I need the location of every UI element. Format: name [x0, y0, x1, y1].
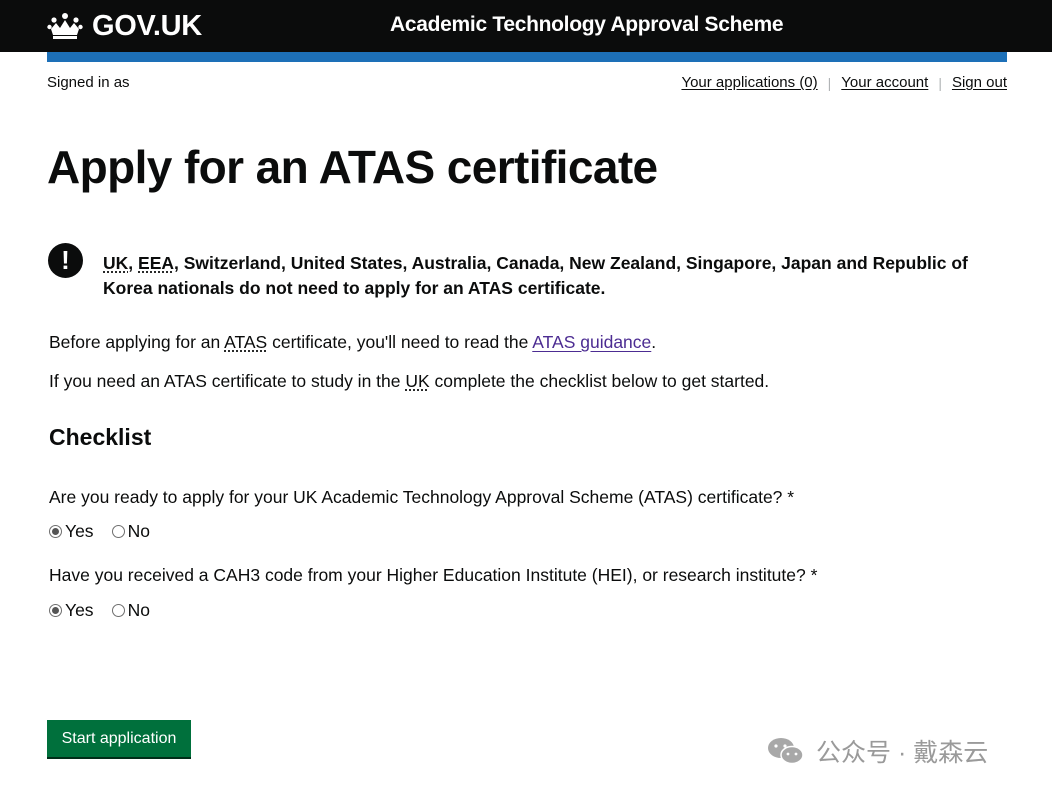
warning-icon: ! [48, 243, 83, 278]
warning-text: UK, EEA, Switzerland, United States, Aus… [103, 251, 998, 301]
radio-group-ready-to-apply: Yes No [49, 521, 168, 542]
start-application-button[interactable]: Start application [47, 720, 191, 757]
abbr-atas: ATAS [224, 332, 268, 352]
abbr-eea: EEA [138, 253, 175, 273]
signed-in-text: Signed in as [47, 74, 130, 91]
warning-text-rest: , Switzerland, United States, Australia,… [103, 253, 968, 298]
radio-label: Yes [65, 600, 94, 620]
intro-paragraph-checklist: If you need an ATAS certificate to study… [49, 371, 769, 392]
govuk-logo[interactable]: GOV.UK [47, 10, 202, 42]
checklist-heading: Checklist [49, 424, 152, 450]
radio-option-yes[interactable]: Yes [49, 600, 94, 621]
radio-button-selected[interactable] [49, 525, 62, 538]
page-title: Apply for an ATAS certificate [47, 141, 658, 193]
radio-label: No [127, 600, 150, 620]
intro-text: Before applying for an [49, 332, 225, 352]
nav-separator: | [938, 74, 942, 91]
your-account-link[interactable]: Your account [841, 74, 928, 91]
question-cah3-code: Have you received a CAH3 code from your … [49, 565, 818, 585]
radio-button-selected[interactable] [49, 604, 62, 617]
abbr-uk: UK [405, 371, 430, 391]
abbr-uk: UK [103, 253, 129, 273]
logo-text: GOV.UK [92, 9, 202, 42]
radio-button[interactable] [111, 604, 125, 617]
intro-text: If you need an ATAS certificate to study… [49, 371, 406, 391]
radio-label: Yes [65, 521, 94, 541]
sign-out-link[interactable]: Sign out [952, 74, 1007, 91]
atas-guidance-link[interactable]: ATAS guidance [532, 332, 651, 352]
radio-option-no[interactable]: No [111, 600, 150, 621]
question-ready-to-apply: Are you ready to apply for your UK Acade… [49, 487, 795, 507]
intro-text: . [651, 332, 657, 352]
your-applications-link[interactable]: Your applications (0) [681, 74, 817, 91]
intro-text: complete the checklist below to get star… [429, 371, 770, 391]
warning-comma: , [128, 253, 134, 273]
radio-option-no[interactable]: No [111, 521, 150, 542]
site-header: GOV.UK Academic Technology Approval Sche… [0, 0, 1052, 52]
account-nav: Your applications (0) | Your account | S… [681, 74, 1007, 91]
radio-group-cah3-code: Yes No [49, 600, 168, 621]
nav-separator: | [827, 74, 832, 91]
watermark: 公众号 · 戴森云 [766, 733, 988, 769]
intro-text: certificate, you'll need to read the [267, 332, 533, 352]
crown-icon [47, 13, 83, 39]
radio-option-yes[interactable]: Yes [49, 521, 94, 542]
service-name-link[interactable]: Academic Technology Approval Scheme [390, 13, 784, 37]
radio-button[interactable] [111, 525, 125, 538]
wechat-icon [768, 738, 804, 765]
radio-label: No [127, 521, 150, 541]
watermark-text: 公众号 · 戴森云 [816, 739, 989, 767]
header-blue-bar [47, 52, 1007, 62]
intro-paragraph-guidance: Before applying for an ATAS certificate,… [49, 332, 656, 353]
